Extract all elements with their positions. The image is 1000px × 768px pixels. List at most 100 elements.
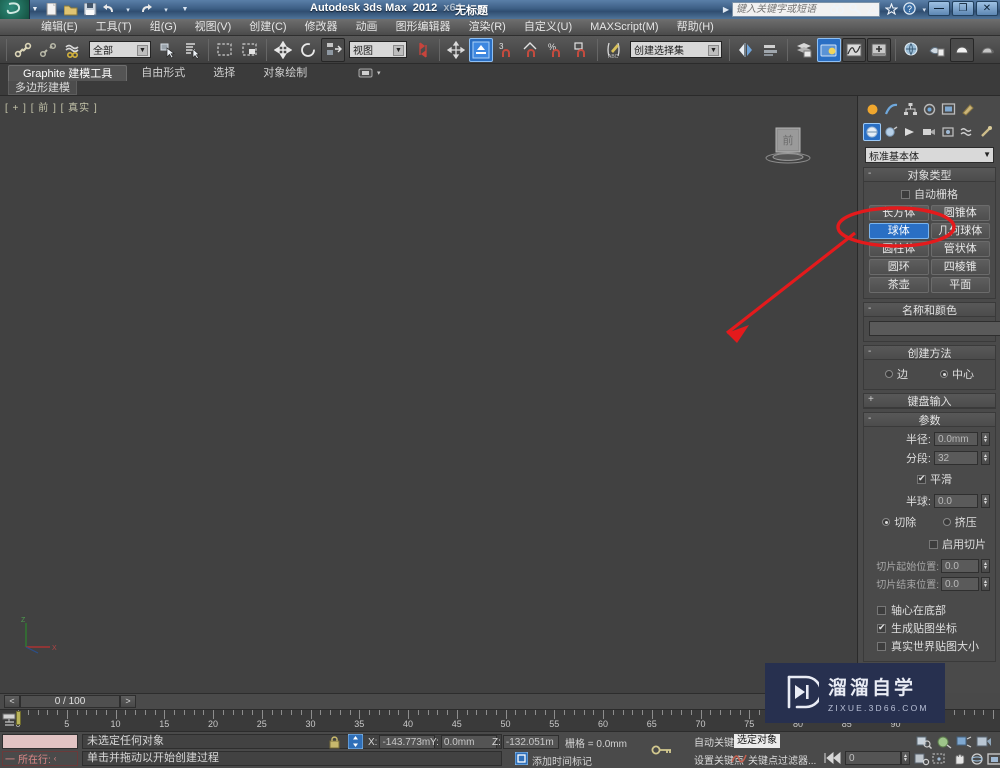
key-selection-set-combo[interactable]: 选定对象	[734, 734, 780, 748]
viewport-front[interactable]: [ + ] [ 前 ] [ 真实 ] 前 Z X	[0, 96, 858, 693]
radius-spinner[interactable]: ▲ ▼	[981, 432, 990, 446]
rollout-header-creation-method[interactable]: - 创建方法	[864, 346, 995, 360]
key-mode-icon[interactable]	[651, 743, 673, 760]
segments-field[interactable]: 32	[934, 451, 978, 465]
squash-radio[interactable]	[942, 518, 951, 526]
rollout-header-parameters[interactable]: - 参数	[864, 413, 995, 427]
creation-method-center-radio[interactable]	[940, 370, 948, 378]
reference-coordinate-combo[interactable]: 视图 ▼	[349, 41, 407, 58]
chevron-down-icon-3[interactable]: ▼	[708, 45, 719, 56]
zoom-all-icon[interactable]	[935, 734, 952, 750]
snaps-toggle-icon[interactable]: 3	[494, 38, 518, 62]
slice-to-spinner[interactable]: ▲ ▼	[981, 576, 990, 591]
time-slider-next-button[interactable]: >	[120, 695, 136, 708]
real-world-size-checkbox[interactable]	[877, 641, 886, 651]
maximize-viewport-icon[interactable]	[986, 751, 1000, 767]
chevron-down-icon-4[interactable]: ▼	[983, 150, 991, 159]
geometry-category[interactable]	[863, 123, 881, 141]
rollout-toggle-icon-creation-method[interactable]: -	[868, 346, 871, 357]
key-filters-button[interactable]: 关键点过滤器...	[748, 752, 816, 767]
select-by-name-icon[interactable]	[180, 38, 204, 62]
selection-filter-combo[interactable]: 全部 ▼	[89, 41, 151, 58]
creation-method-edge[interactable]: 边	[885, 366, 908, 382]
favorites-star-icon[interactable]	[884, 1, 900, 18]
chevron-down-icon[interactable]: ▼	[137, 45, 148, 56]
binoculars-icon[interactable]	[830, 3, 845, 18]
search-expand-icon[interactable]: ▶	[723, 5, 729, 14]
open-file-icon[interactable]	[63, 2, 79, 17]
object-button-tube[interactable]: 管状体	[930, 241, 990, 257]
chevron-down-icon-2[interactable]: ▼	[393, 45, 404, 56]
application-menu-button[interactable]	[0, 0, 30, 19]
ribbon-display-caret-icon[interactable]: ▾	[377, 69, 381, 77]
orbit-icon[interactable]	[968, 751, 985, 767]
creation-method-edge-radio[interactable]	[885, 370, 893, 378]
undo-dropdown-icon[interactable]: ▾	[120, 2, 136, 17]
lights-category[interactable]	[901, 123, 919, 141]
help-dropdown-icon[interactable]: ▾	[922, 6, 926, 14]
schematic-view-icon[interactable]	[792, 38, 816, 62]
base-to-pivot-checkbox[interactable]	[877, 605, 886, 615]
generate-mapping-row[interactable]: 生成贴图坐标	[877, 620, 990, 636]
object-button-torus[interactable]: 圆环	[869, 259, 929, 275]
slice-on-checkbox[interactable]	[929, 539, 938, 549]
new-file-icon[interactable]	[44, 2, 60, 17]
hemisphere-spinner[interactable]: ▲ ▼	[981, 494, 990, 508]
render-production-icon[interactable]	[925, 38, 949, 62]
object-button-box[interactable]: 长方体	[869, 205, 929, 221]
pan-icon[interactable]	[950, 751, 967, 767]
rollout-toggle-icon-object-type[interactable]: -	[868, 168, 871, 179]
spinner-snap-icon[interactable]	[569, 38, 593, 62]
layer-manager-icon[interactable]	[759, 38, 783, 62]
object-name-input[interactable]	[869, 321, 1000, 336]
time-slider-prev-button[interactable]: <	[4, 695, 20, 708]
rollout-header-object-type[interactable]: - 对象类型	[864, 168, 995, 182]
autogrid-row[interactable]: 自动栅格	[869, 186, 990, 202]
systems-category[interactable]	[977, 123, 995, 141]
add-time-tag-icon[interactable]	[514, 751, 529, 768]
goto-start-icon[interactable]	[823, 751, 841, 767]
utilities-tab[interactable]	[958, 100, 976, 118]
absolute-relative-transform-icon[interactable]	[347, 733, 364, 752]
rollout-header-name-and-color[interactable]: - 名称和颜色	[864, 303, 995, 317]
qat-dropdown-icon[interactable]: ▼	[177, 2, 193, 17]
menu-item-edit[interactable]: 编辑(E)	[32, 19, 87, 36]
menu-item-modifiers[interactable]: 修改器	[296, 19, 347, 36]
space-warps-category[interactable]	[958, 123, 976, 141]
object-category-combo[interactable]: 标准基本体 ▼	[865, 147, 994, 163]
object-button-pyramid[interactable]: 四棱锥	[930, 259, 990, 275]
rollout-header-keyboard-entry[interactable]: + 键盘输入	[864, 394, 995, 408]
menu-item-maxscript[interactable]: MAXScript(M)	[581, 19, 667, 36]
hierarchy-tab[interactable]	[901, 100, 919, 118]
rollout-toggle-icon-name-color[interactable]: -	[868, 303, 871, 314]
application-menu-caret-icon[interactable]: ▼	[30, 6, 40, 13]
ribbon-tab-graphite-modeling[interactable]: Graphite 建模工具	[8, 65, 128, 81]
named-selection-set-combo[interactable]: 创建选择集 ▼	[630, 41, 722, 58]
create-tab[interactable]	[863, 100, 881, 118]
zoom-region-icon[interactable]	[931, 751, 948, 767]
select-object-icon[interactable]	[155, 38, 179, 62]
slice-from-field[interactable]: 0.0	[941, 558, 979, 573]
current-frame-marker[interactable]	[16, 711, 21, 725]
save-icon[interactable]	[82, 2, 98, 17]
slice-to-field[interactable]: 0.0	[941, 576, 979, 591]
helpers-category[interactable]	[939, 123, 957, 141]
cameras-category[interactable]	[920, 123, 938, 141]
bind-space-warp-icon[interactable]	[61, 38, 85, 62]
coord-x-field[interactable]: -143.773m	[379, 735, 436, 749]
edit-named-selection-icon[interactable]: ABC	[602, 38, 626, 62]
menu-item-rendering[interactable]: 渲染(R)	[460, 19, 515, 36]
wrench-icon[interactable]	[849, 2, 863, 18]
subscription-icon[interactable]	[867, 3, 880, 18]
angle-snap-icon[interactable]	[519, 38, 543, 62]
object-button-teapot[interactable]: 茶壶	[869, 277, 929, 293]
creation-method-center[interactable]: 中心	[940, 366, 974, 382]
minimize-button[interactable]: —	[928, 1, 950, 16]
object-button-sphere[interactable]: 球体	[869, 223, 929, 239]
key-filter-curve-icon[interactable]	[731, 751, 747, 768]
generate-mapping-checkbox[interactable]	[877, 622, 886, 633]
viewport-label[interactable]: [ + ] [ 前 ] [ 真实 ]	[5, 99, 98, 114]
ribbon-tab-freeform[interactable]: 自由形式	[127, 65, 199, 81]
slice-on-row[interactable]: 启用切片	[869, 536, 986, 552]
field-of-view-icon[interactable]	[975, 734, 992, 750]
